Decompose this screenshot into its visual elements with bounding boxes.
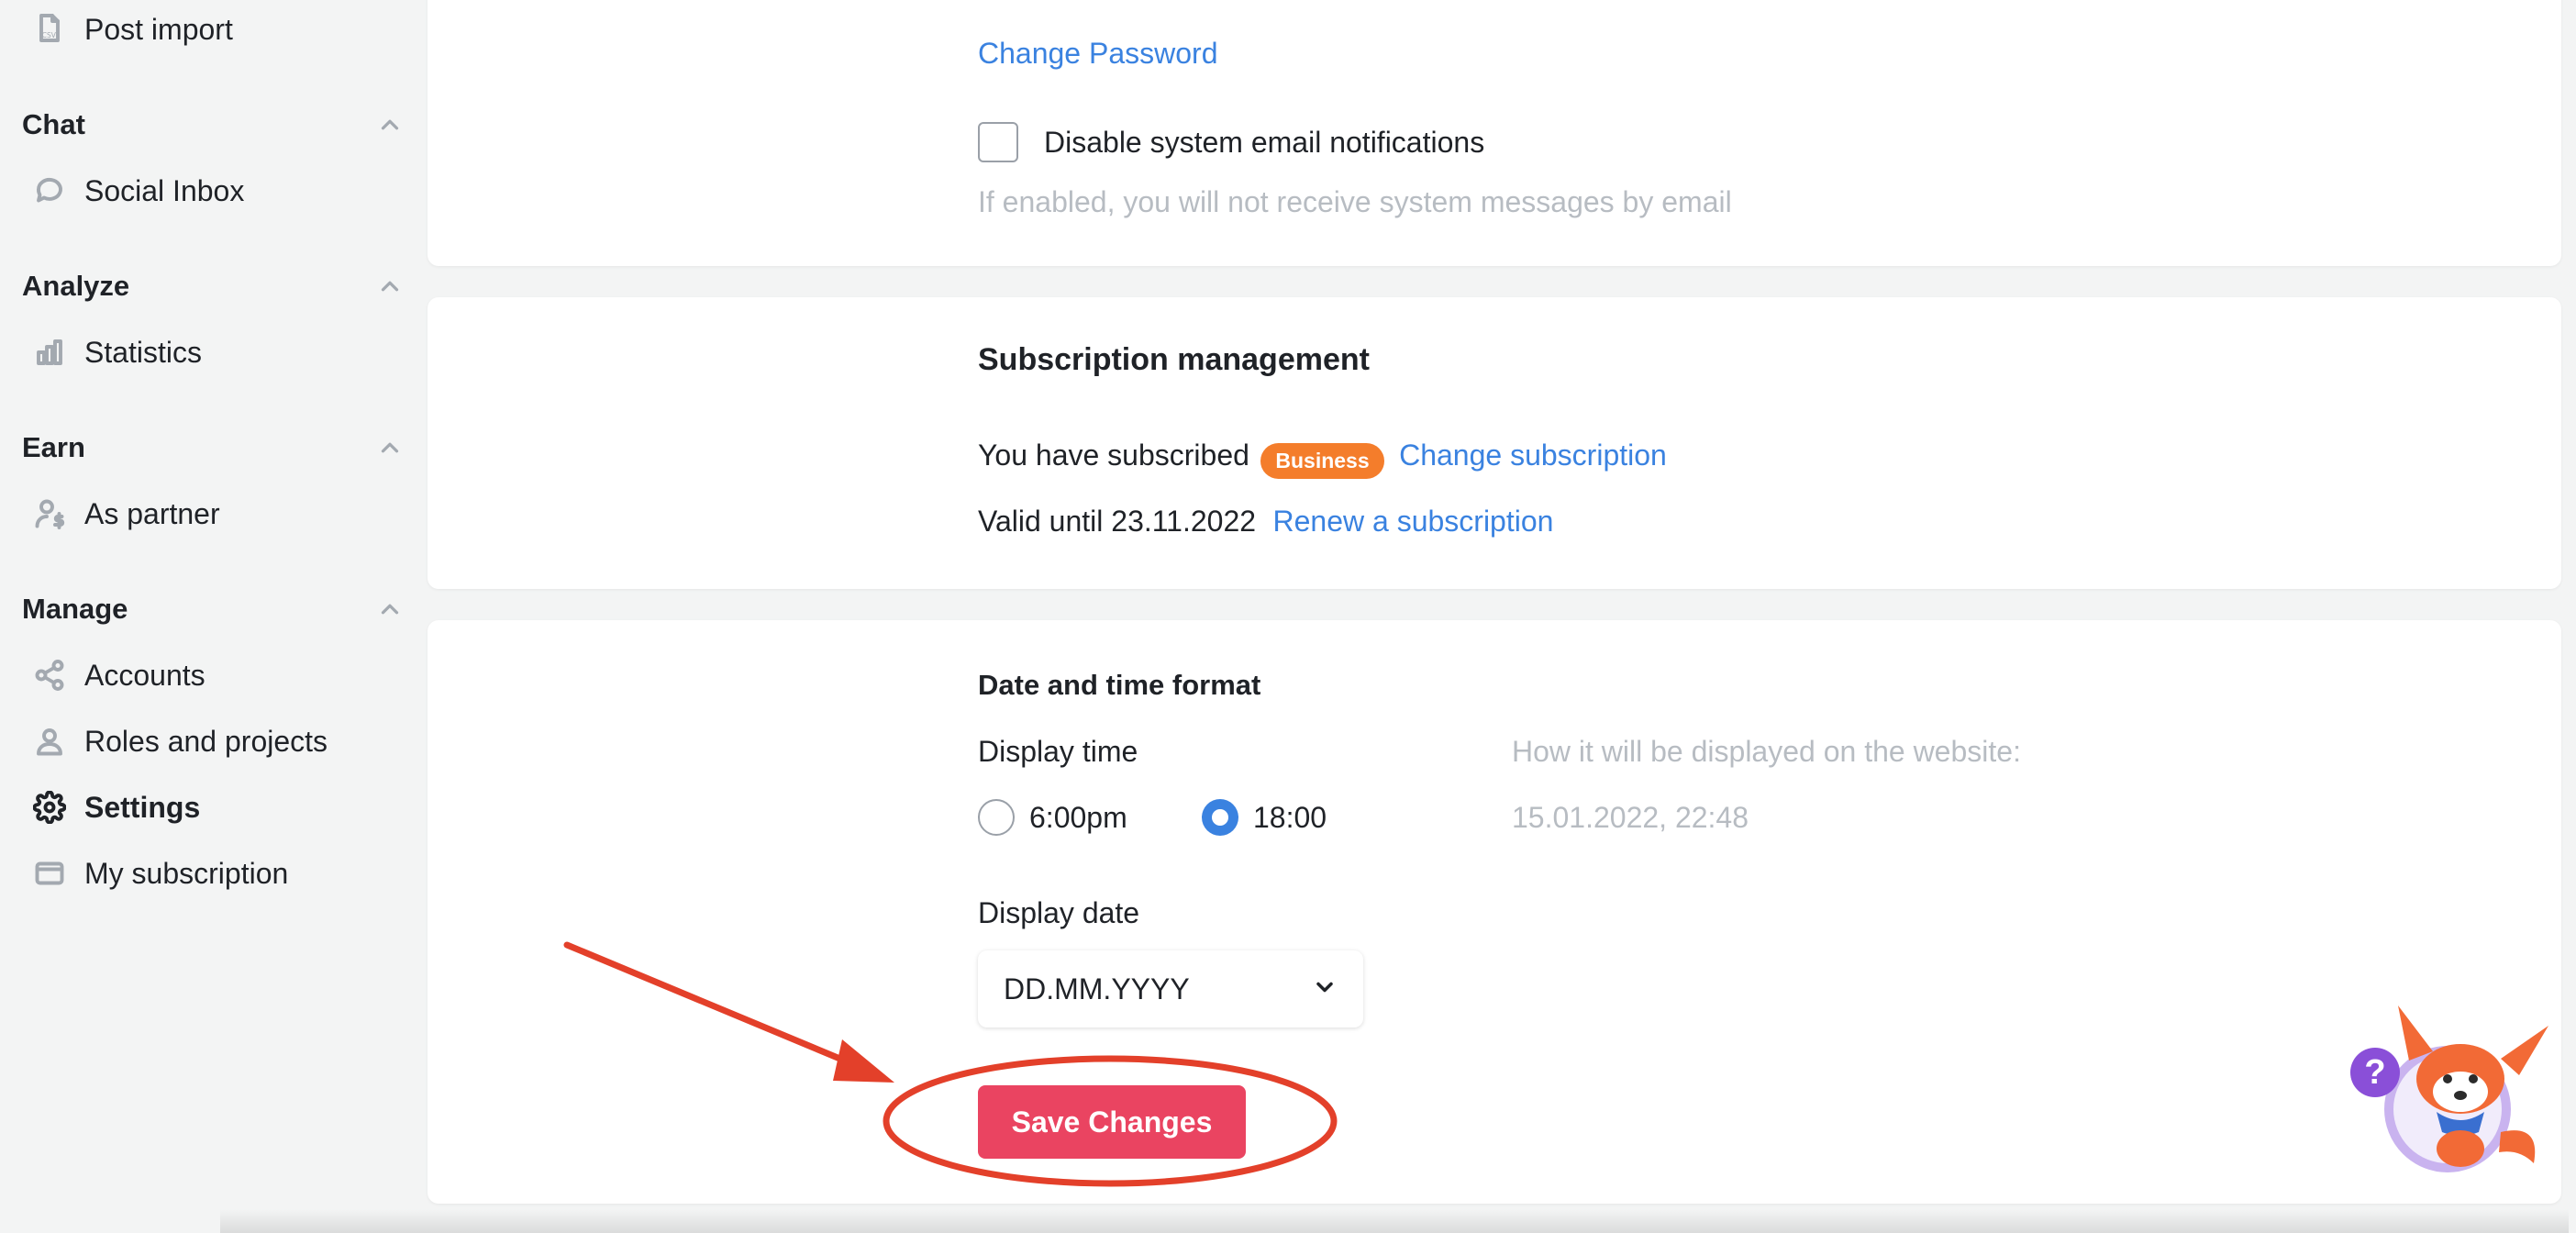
section-chat[interactable]: Chat bbox=[22, 101, 404, 149]
display-time-label: Display time bbox=[978, 735, 1138, 768]
chevron-up-icon[interactable] bbox=[376, 111, 404, 139]
subscribed-text: You have subscribed bbox=[978, 439, 1249, 472]
sidebar: CSV Post import Chat Social Inbox Analyz… bbox=[0, 0, 422, 1233]
chat-bubble-icon bbox=[31, 172, 68, 209]
sidebar-item-statistics[interactable]: Statistics bbox=[31, 327, 202, 378]
section-title: Chat bbox=[22, 108, 85, 140]
section-manage[interactable]: Manage bbox=[22, 585, 404, 633]
section-earn[interactable]: Earn bbox=[22, 424, 404, 472]
chevron-up-icon[interactable] bbox=[376, 434, 404, 461]
share-icon bbox=[31, 657, 68, 694]
disable-notifications-hint: If enabled, you will not receive system … bbox=[978, 185, 1732, 218]
gear-icon bbox=[31, 789, 68, 826]
sidebar-item-settings[interactable]: Settings bbox=[31, 782, 200, 833]
bar-chart-icon bbox=[31, 334, 68, 371]
section-title: Earn bbox=[22, 431, 85, 463]
sidebar-item-label: My subscription bbox=[84, 856, 289, 890]
chevron-down-icon bbox=[1312, 974, 1338, 1005]
partner-dollar-icon bbox=[31, 495, 68, 532]
subscription-status-row: You have subscribed Business Change subs… bbox=[978, 439, 1667, 480]
date-format-select[interactable]: DD.MM.YYYY bbox=[978, 950, 1363, 1028]
chevron-up-icon[interactable] bbox=[376, 272, 404, 300]
time-24h-radio[interactable] bbox=[1202, 799, 1238, 836]
sidebar-item-label: As partner bbox=[84, 496, 220, 530]
svg-text:CSV: CSV bbox=[42, 31, 57, 39]
subscription-title: Subscription management bbox=[978, 342, 1370, 377]
account-settings-card bbox=[427, 0, 2561, 266]
sidebar-item-label: Settings bbox=[84, 790, 201, 824]
sidebar-item-label: Statistics bbox=[84, 335, 203, 369]
display-date-label: Display date bbox=[978, 896, 1140, 929]
card-icon bbox=[31, 855, 68, 892]
sidebar-item-my-subscription[interactable]: My subscription bbox=[31, 848, 288, 899]
time-12h-label[interactable]: 6:00pm bbox=[1029, 801, 1127, 835]
section-title: Manage bbox=[22, 593, 128, 625]
sidebar-item-roles-and-projects[interactable]: Roles and projects bbox=[31, 716, 328, 767]
sidebar-item-post-import[interactable]: CSV Post import bbox=[31, 4, 233, 55]
datetime-title: Date and time format bbox=[978, 669, 1261, 701]
bottom-shadow bbox=[220, 1209, 2569, 1233]
subscription-validity-row: Valid until 23.11.2022 Renew a subscript… bbox=[978, 505, 1553, 539]
help-question-icon[interactable]: ? bbox=[2350, 1048, 2400, 1097]
time-24h-label[interactable]: 18:00 bbox=[1253, 801, 1327, 835]
sidebar-item-label: Roles and projects bbox=[84, 724, 328, 758]
datetime-card bbox=[427, 620, 2561, 1204]
renew-subscription-link[interactable]: Renew a subscription bbox=[1273, 505, 1554, 538]
sidebar-item-social-inbox[interactable]: Social Inbox bbox=[31, 165, 244, 217]
sidebar-item-label: Post import bbox=[84, 12, 233, 46]
section-title: Analyze bbox=[22, 270, 130, 302]
preview-value: 15.01.2022, 22:48 bbox=[1512, 801, 1749, 834]
time-12h-radio[interactable] bbox=[978, 799, 1015, 836]
change-subscription-link[interactable]: Change subscription bbox=[1399, 439, 1667, 472]
sidebar-item-accounts[interactable]: Accounts bbox=[31, 650, 205, 701]
preview-label: How it will be displayed on the website: bbox=[1512, 735, 2021, 768]
valid-until-text: Valid until 23.11.2022 bbox=[978, 505, 1257, 538]
csv-file-icon: CSV bbox=[31, 11, 68, 48]
disable-notifications-checkbox[interactable] bbox=[978, 122, 1018, 162]
sidebar-item-as-partner[interactable]: As partner bbox=[31, 488, 220, 539]
disable-notifications-label: Disable system email notifications bbox=[1044, 126, 1485, 159]
change-password-link[interactable]: Change Password bbox=[978, 37, 1217, 71]
plan-badge: Business bbox=[1260, 443, 1384, 480]
save-changes-button[interactable]: Save Changes bbox=[978, 1085, 1246, 1159]
sidebar-item-label: Accounts bbox=[84, 658, 205, 692]
chevron-up-icon[interactable] bbox=[376, 595, 404, 623]
date-format-value: DD.MM.YYYY bbox=[1004, 972, 1190, 1005]
sidebar-item-label: Social Inbox bbox=[84, 173, 245, 207]
section-analyze[interactable]: Analyze bbox=[22, 262, 404, 310]
users-icon bbox=[31, 723, 68, 760]
